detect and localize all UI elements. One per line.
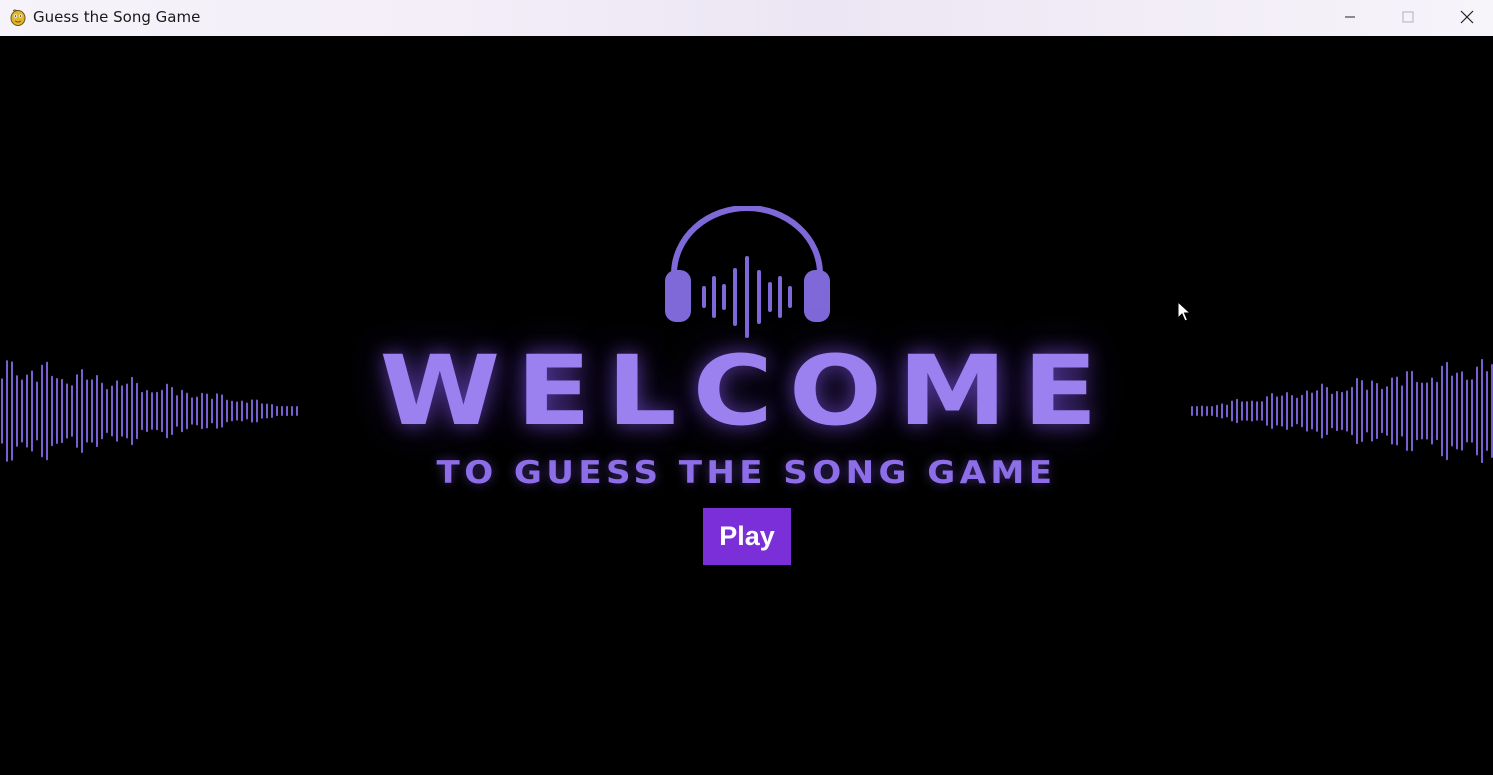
minimize-icon <box>1345 16 1355 18</box>
title-bar: Guess the Song Game <box>0 0 1493 36</box>
welcome-headline: WELCOME <box>379 335 1114 447</box>
mouse-cursor-icon <box>1177 301 1191 322</box>
play-button[interactable]: Play <box>703 508 791 565</box>
game-subtitle: TO GUESS THE SONG GAME <box>436 455 1057 491</box>
maximize-button[interactable] <box>1379 0 1437 34</box>
close-button[interactable] <box>1438 0 1493 34</box>
headphones-icon <box>665 206 830 338</box>
game-canvas: WELCOME TO GUESS THE SONG GAME Play <box>0 36 1493 775</box>
maximize-icon <box>1402 11 1414 23</box>
minimize-button[interactable] <box>1321 0 1379 34</box>
close-icon <box>1460 10 1474 24</box>
app-icon <box>10 9 26 26</box>
window-title: Guess the Song Game <box>33 8 201 26</box>
